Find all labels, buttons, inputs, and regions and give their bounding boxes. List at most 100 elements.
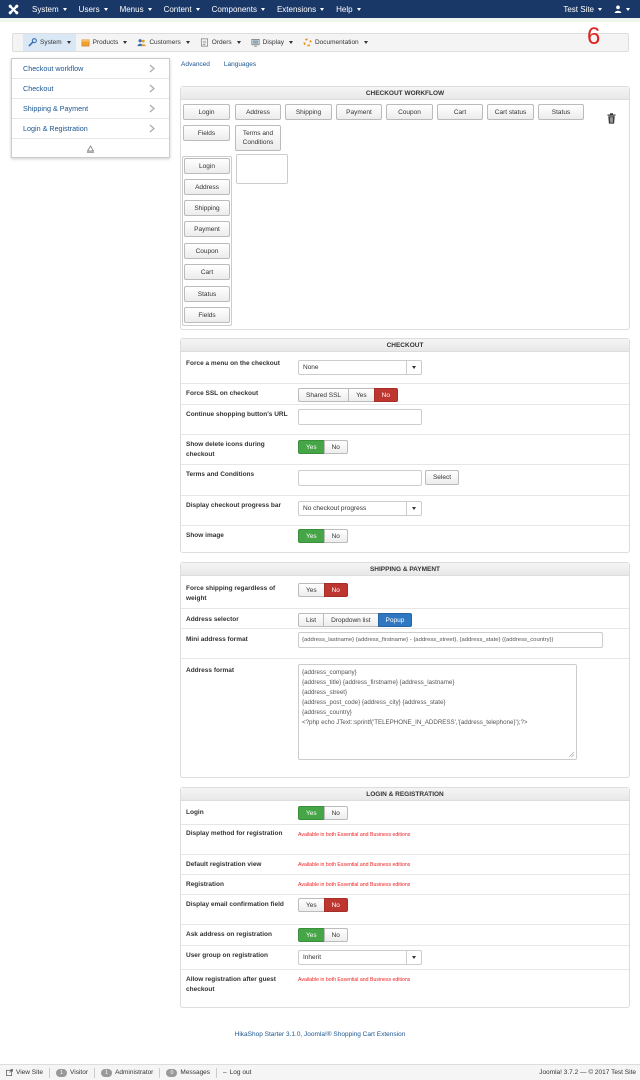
caret-down-icon: [363, 41, 368, 44]
force-shipping-toggle: Yes No: [298, 583, 348, 597]
logout-link[interactable]: – Log out: [217, 1068, 257, 1078]
menu-menus[interactable]: Menus: [114, 0, 158, 18]
hika-menu-display[interactable]: Display: [246, 34, 298, 51]
workflow-step-payment[interactable]: Payment: [336, 104, 382, 120]
dropdown-item-checkout-workflow[interactable]: Checkout workflow: [12, 59, 169, 79]
advanced-link[interactable]: Advanced: [181, 61, 210, 68]
yes-option[interactable]: Yes: [298, 583, 325, 597]
email-confirm-toggle: Yes No: [298, 898, 348, 912]
selector-dropdown-option[interactable]: Dropdown list: [323, 613, 379, 627]
workflow-step-status[interactable]: Status: [538, 104, 584, 120]
workflow-col-fields[interactable]: Fields: [184, 307, 230, 323]
workflow-col-login[interactable]: Login: [184, 158, 230, 174]
row-show-image: Show image Yes No: [181, 525, 629, 552]
ssl-yes-option[interactable]: Yes: [348, 388, 375, 402]
workflow-col-payment[interactable]: Payment: [184, 221, 230, 237]
hika-menu-customers[interactable]: Customers: [132, 34, 194, 51]
workflow-step-login[interactable]: Login: [183, 104, 230, 120]
user-menu[interactable]: [608, 0, 640, 18]
row-registration: Registration Available in both Essential…: [181, 874, 629, 894]
minus-icon: –: [223, 1069, 227, 1076]
hikashop-menu-bar: System Products Customers Orders Display…: [12, 33, 629, 52]
caret-down-icon: [103, 7, 108, 11]
terms-select-button[interactable]: Select: [425, 470, 459, 485]
site-link[interactable]: Test Site: [557, 0, 608, 18]
resize-handle-icon[interactable]: [569, 752, 574, 757]
box-icon: [81, 39, 90, 47]
hika-menu-documentation[interactable]: Documentation: [298, 34, 373, 51]
shipping-payment-title: SHIPPING & PAYMENT: [181, 563, 629, 576]
workflow-step-cart[interactable]: Cart: [437, 104, 483, 120]
footer-credit[interactable]: HikaShop Starter 3.1.0, Joomla!® Shoppin…: [0, 1031, 640, 1038]
menu-help[interactable]: Help: [330, 0, 366, 18]
workflow-col-address[interactable]: Address: [184, 179, 230, 195]
workflow-col-shipping[interactable]: Shipping: [184, 200, 230, 216]
selector-list-option[interactable]: List: [298, 613, 325, 627]
address-format-textarea[interactable]: {address_company} {address_title} {addre…: [298, 664, 577, 760]
workflow-step-cart-status[interactable]: Cart status: [487, 104, 534, 120]
workflow-col-status[interactable]: Status: [184, 286, 230, 302]
editions-note: Available in both Essential and Business…: [298, 862, 411, 868]
no-option[interactable]: No: [323, 440, 348, 454]
workflow-col-cart[interactable]: Cart: [184, 264, 230, 280]
terms-input[interactable]: [298, 470, 422, 486]
menu-content[interactable]: Content: [158, 0, 206, 18]
languages-link[interactable]: Languages: [224, 61, 256, 68]
caret-down-icon: [195, 7, 200, 11]
messages-status[interactable]: 0 Messages: [160, 1067, 218, 1078]
menu-users[interactable]: Users: [73, 0, 114, 18]
caret-down-icon: [626, 7, 630, 11]
scroll-top-icon[interactable]: [86, 144, 95, 153]
ssl-shared-option[interactable]: Shared SSL: [298, 388, 350, 402]
menu-components[interactable]: Components: [206, 0, 271, 18]
workflow-step-terms[interactable]: Terms and Conditions: [235, 125, 281, 151]
view-site-link[interactable]: View Site: [0, 1067, 50, 1078]
workflow-step-shipping[interactable]: Shipping: [285, 104, 332, 120]
no-option[interactable]: No: [323, 806, 348, 820]
workflow-step-coupon[interactable]: Coupon: [386, 104, 433, 120]
workflow-empty-drop-zone[interactable]: [236, 154, 288, 184]
checkout-workflow-panel: CHECKOUT WORKFLOW Login Address Shipping…: [180, 86, 630, 330]
admin-count-badge: 1: [101, 1068, 113, 1077]
no-option[interactable]: No: [323, 928, 348, 942]
selector-popup-option[interactable]: Popup: [377, 613, 413, 627]
login-toggle: Yes No: [298, 806, 348, 820]
visitors-status[interactable]: 1 Visitor: [50, 1067, 95, 1078]
trash-icon[interactable]: [607, 113, 616, 124]
force-menu-select[interactable]: None: [298, 360, 422, 375]
workflow-step-fields[interactable]: Fields: [183, 125, 230, 141]
hika-menu-system[interactable]: System: [23, 34, 76, 51]
yes-option[interactable]: Yes: [298, 898, 325, 912]
dropdown-item-login-registration[interactable]: Login & Registration: [12, 119, 169, 139]
yes-option[interactable]: Yes: [298, 529, 325, 543]
row-ask-address: Ask address on registration Yes No: [181, 924, 629, 945]
hika-menu-orders[interactable]: Orders: [195, 34, 246, 51]
caret-down-icon: [356, 7, 361, 11]
mini-address-format-input[interactable]: {address_lastname} {address_firstname} -…: [298, 632, 603, 648]
yes-option[interactable]: Yes: [298, 928, 325, 942]
ssl-no-option[interactable]: No: [373, 388, 398, 402]
dropdown-item-checkout[interactable]: Checkout: [12, 79, 169, 99]
dropdown-item-shipping-payment[interactable]: Shipping & Payment: [12, 99, 169, 119]
wrench-icon: [28, 38, 37, 47]
row-default-view: Default registration view Available in b…: [181, 854, 629, 874]
row-progress-bar: Display checkout progress bar No checkou…: [181, 495, 629, 525]
no-option[interactable]: No: [323, 529, 348, 543]
continue-url-input[interactable]: [298, 409, 422, 425]
menu-system[interactable]: System: [26, 0, 73, 18]
workflow-step-address[interactable]: Address: [235, 104, 281, 120]
joomla-logo-icon[interactable]: [0, 0, 26, 18]
dropdown-footer: [12, 139, 169, 157]
menu-extensions[interactable]: Extensions: [271, 0, 330, 18]
messages-count-badge: 0: [166, 1068, 178, 1077]
workflow-col-coupon[interactable]: Coupon: [184, 243, 230, 259]
hika-menu-products[interactable]: Products: [76, 34, 133, 51]
administrators-status[interactable]: 1 Administrator: [95, 1067, 161, 1078]
user-group-select[interactable]: Inherit: [298, 950, 422, 965]
yes-option[interactable]: Yes: [298, 806, 325, 820]
progress-bar-select[interactable]: No checkout progress: [298, 501, 422, 516]
no-option[interactable]: No: [323, 898, 348, 912]
row-force-menu: Force a menu on the checkout None: [181, 353, 629, 383]
no-option[interactable]: No: [323, 583, 348, 597]
yes-option[interactable]: Yes: [298, 440, 325, 454]
